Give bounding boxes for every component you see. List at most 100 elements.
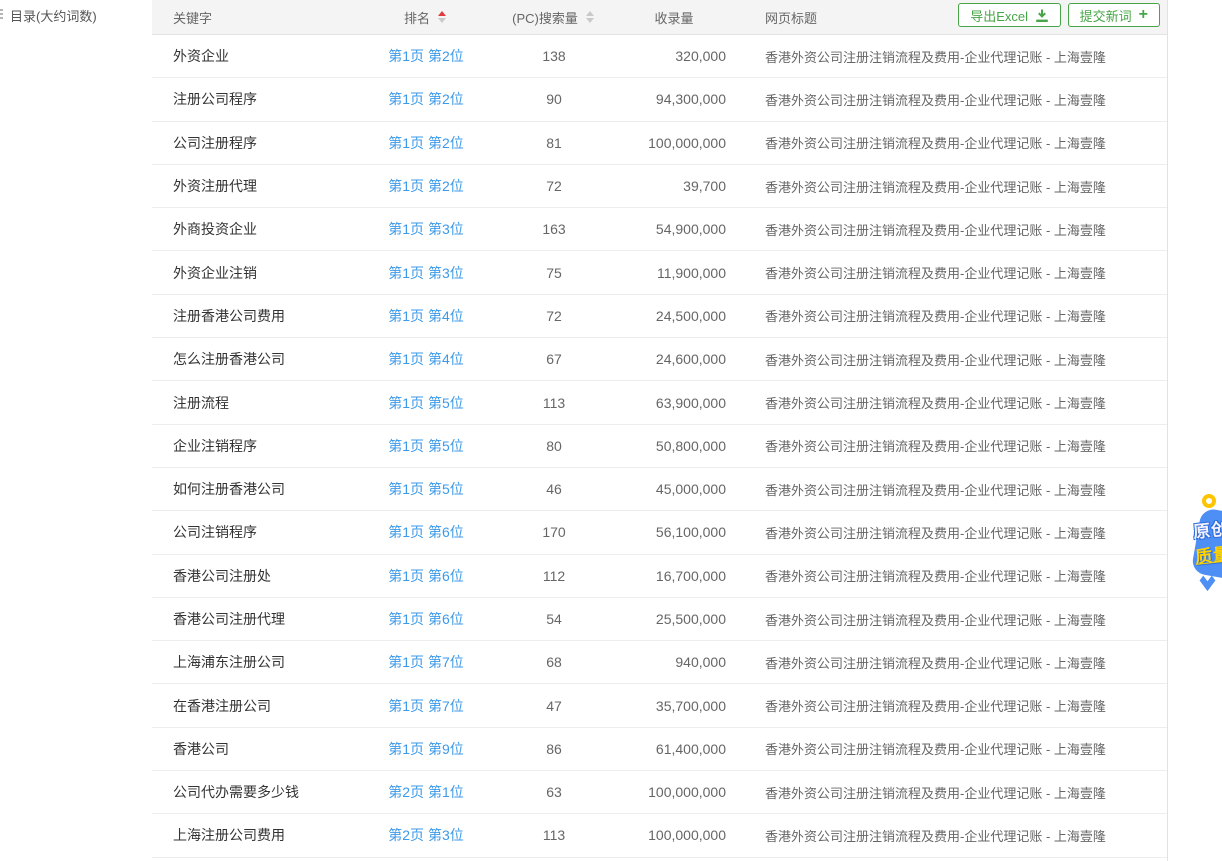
rank-link[interactable]: 第1页 第5位 [388, 395, 463, 411]
keyword-cell: 注册流程 [152, 393, 362, 413]
rank-link[interactable]: 第1页 第3位 [388, 221, 463, 237]
table-row: 注册流程 第1页 第5位 113 63,900,000 香港外资公司注册注销流程… [152, 381, 1167, 424]
rank-cell: 第2页 第1位 [362, 782, 490, 802]
rank-link[interactable]: 第1页 第4位 [388, 308, 463, 324]
page-title-cell: 香港外资公司注册注销流程及费用-企业代理记账 - 上海壹隆 [730, 220, 1167, 239]
sticker-line2: 质量 [1194, 539, 1222, 568]
sidebar-title: 目录(大约词数) [10, 6, 97, 25]
indexed-cell: 39,700 [618, 178, 730, 194]
keyword-cell: 外资企业注销 [152, 263, 362, 283]
table-row: 上海浦东注册公司 第1页 第7位 68 940,000 香港外资公司注册注销流程… [152, 641, 1167, 684]
indexed-cell: 61,400,000 [618, 741, 730, 757]
keyword-cell: 外资注册代理 [152, 176, 362, 196]
sticker-line1: 原创 [1192, 514, 1222, 543]
page-title-cell: 香港外资公司注册注销流程及费用-企业代理记账 - 上海壹隆 [730, 393, 1167, 412]
pc-volume-cell: 75 [490, 265, 618, 281]
pc-volume-cell: 46 [490, 481, 618, 497]
rank-link[interactable]: 第1页 第6位 [388, 568, 463, 584]
rank-cell: 第1页 第4位 [362, 349, 490, 369]
rank-link[interactable]: 第2页 第1位 [388, 784, 463, 800]
rank-cell: 第1页 第5位 [362, 479, 490, 499]
rank-link[interactable]: 第1页 第5位 [388, 481, 463, 497]
page-title-cell: 香港外资公司注册注销流程及费用-企业代理记账 - 上海壹隆 [730, 47, 1167, 66]
sort-asc-icon[interactable] [586, 11, 594, 16]
rank-cell: 第1页 第7位 [362, 652, 490, 672]
rank-link[interactable]: 第1页 第2位 [388, 48, 463, 64]
keyword-cell: 公司代办需要多少钱 [152, 782, 362, 802]
table-row: 上海注册公司费用 第2页 第3位 113 100,000,000 香港外资公司注… [152, 814, 1167, 857]
indexed-cell: 56,100,000 [618, 524, 730, 540]
rank-cell: 第1页 第6位 [362, 609, 490, 629]
keyword-rank-table: 关键字 排名 (PC)搜索量 收录量 网页标题 外资企业 第1页 第2位 [152, 0, 1168, 861]
keyword-cell: 怎么注册香港公司 [152, 349, 362, 369]
sort-desc-icon[interactable] [586, 18, 594, 23]
pc-volume-cell: 163 [490, 221, 618, 237]
pc-volume-cell: 90 [490, 91, 618, 107]
table-row: 外资注册代理 第1页 第2位 72 39,700 香港外资公司注册注销流程及费用… [152, 165, 1167, 208]
page-title-cell: 香港外资公司注册注销流程及费用-企业代理记账 - 上海壹隆 [730, 696, 1167, 715]
indexed-cell: 100,000,000 [618, 135, 730, 151]
rank-cell: 第1页 第3位 [362, 219, 490, 239]
page-title-cell: 香港外资公司注册注销流程及费用-企业代理记账 - 上海壹隆 [730, 783, 1167, 802]
pc-volume-cell: 54 [490, 611, 618, 627]
page-title-cell: 香港外资公司注册注销流程及费用-企业代理记账 - 上海壹隆 [730, 739, 1167, 758]
rank-cell: 第1页 第5位 [362, 393, 490, 413]
indexed-cell: 11,900,000 [618, 265, 730, 281]
rank-link[interactable]: 第1页 第6位 [388, 524, 463, 540]
indexed-cell: 25,500,000 [618, 611, 730, 627]
rank-link[interactable]: 第1页 第3位 [388, 265, 463, 281]
sort-control-pc-volume[interactable] [584, 9, 596, 25]
promo-sticker[interactable]: 原创 质量 [1192, 494, 1222, 604]
rank-cell: 第1页 第5位 [362, 436, 490, 456]
column-header-rank: 排名 [362, 8, 490, 27]
sort-desc-icon[interactable] [438, 18, 446, 23]
indexed-cell: 45,000,000 [618, 481, 730, 497]
indexed-cell: 24,500,000 [618, 308, 730, 324]
rank-cell: 第1页 第2位 [362, 176, 490, 196]
column-header-pc-volume-label: (PC)搜索量 [512, 8, 578, 27]
keyword-cell: 香港公司 [152, 739, 362, 759]
rank-cell: 第1页 第2位 [362, 46, 490, 66]
page-title-cell: 香港外资公司注册注销流程及费用-企业代理记账 - 上海壹隆 [730, 133, 1167, 152]
pc-volume-cell: 86 [490, 741, 618, 757]
rank-link[interactable]: 第1页 第6位 [388, 611, 463, 627]
keyword-cell: 如何注册香港公司 [152, 479, 362, 499]
pc-volume-cell: 68 [490, 654, 618, 670]
page: 目录(大约词数) 关键字 排名 (PC)搜索量 收录量 网页标题 [0, 0, 1222, 861]
keyword-cell: 在香港注册公司 [152, 696, 362, 716]
keyword-cell: 香港公司注册处 [152, 566, 362, 586]
keyword-cell: 外商投资企业 [152, 219, 362, 239]
indexed-cell: 63,900,000 [618, 395, 730, 411]
indexed-cell: 320,000 [618, 48, 730, 64]
rank-link[interactable]: 第1页 第4位 [388, 351, 463, 367]
keyword-cell: 上海浦东注册公司 [152, 652, 362, 672]
rank-link[interactable]: 第1页 第7位 [388, 698, 463, 714]
pc-volume-cell: 138 [490, 48, 618, 64]
rank-link[interactable]: 第1页 第2位 [388, 178, 463, 194]
page-title-cell: 香港外资公司注册注销流程及费用-企业代理记账 - 上海壹隆 [730, 263, 1167, 282]
column-header-keyword: 关键字 [152, 8, 362, 27]
indexed-cell: 24,600,000 [618, 351, 730, 367]
pc-volume-cell: 67 [490, 351, 618, 367]
pc-volume-cell: 113 [490, 395, 618, 411]
rank-link[interactable]: 第2页 第3位 [388, 827, 463, 843]
rank-link[interactable]: 第1页 第2位 [388, 91, 463, 107]
rank-cell: 第1页 第2位 [362, 133, 490, 153]
submit-new-word-button[interactable]: 提交新词 + [1068, 3, 1160, 27]
sort-asc-active-icon[interactable] [438, 11, 446, 16]
pc-volume-cell: 63 [490, 784, 618, 800]
page-title-cell: 香港外资公司注册注销流程及费用-企业代理记账 - 上海壹隆 [730, 306, 1167, 325]
rank-link[interactable]: 第1页 第5位 [388, 438, 463, 454]
sort-control-rank[interactable] [436, 9, 448, 25]
table-row: 香港公司 第1页 第9位 86 61,400,000 香港外资公司注册注销流程及… [152, 728, 1167, 771]
rank-link[interactable]: 第1页 第2位 [388, 135, 463, 151]
indexed-cell: 16,700,000 [618, 568, 730, 584]
rank-link[interactable]: 第1页 第9位 [388, 741, 463, 757]
export-excel-button[interactable]: 导出Excel [958, 3, 1061, 27]
rank-cell: 第1页 第7位 [362, 696, 490, 716]
rank-cell: 第2页 第3位 [362, 825, 490, 845]
column-header-pc-volume: (PC)搜索量 [490, 8, 618, 27]
pc-volume-cell: 112 [490, 568, 618, 584]
rank-link[interactable]: 第1页 第7位 [388, 654, 463, 670]
keyword-cell: 公司注销程序 [152, 522, 362, 542]
